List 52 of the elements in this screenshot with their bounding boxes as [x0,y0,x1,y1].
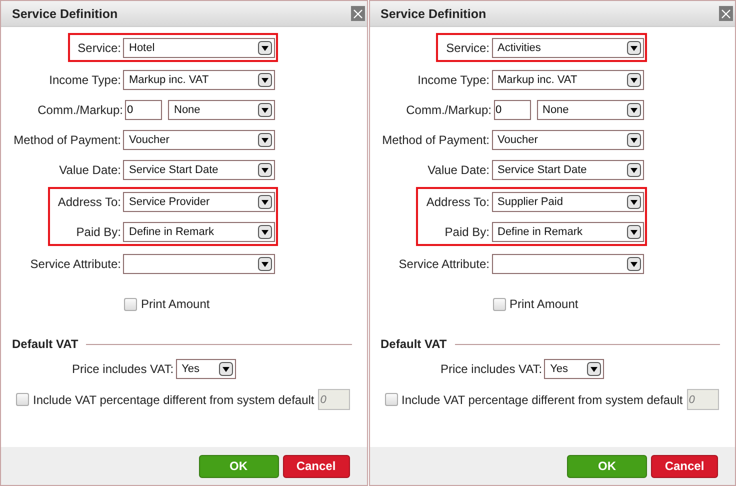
field-label: Service: [78,41,121,55]
dropdown-field[interactable]: None [168,100,275,120]
dropdown-field[interactable]: Hotel [123,38,275,58]
cancel-button[interactable]: Cancel [282,454,350,478]
dropdown-field[interactable]: Supplier Paid [492,192,644,212]
section-heading: Default VAT [380,337,447,351]
field-label: Service: [446,41,490,55]
field-label: Paid By: [76,225,121,239]
field-label: Income Type: [418,73,490,87]
dropdown-field[interactable]: Voucher [123,130,275,150]
dropdown-field[interactable]: Service Start Date [123,160,275,180]
field-label: Service Attribute: [30,257,121,271]
dialog-title: Service Definition [12,6,118,20]
field-label: Income Type: [49,73,121,87]
dropdown-field[interactable]: Yes [176,359,236,379]
field-label: Service Attribute: [398,257,490,271]
dropdown-field[interactable]: Define in Remark [123,222,275,242]
cancel-button[interactable]: Cancel [651,454,718,478]
dropdown-field[interactable]: Yes [544,359,604,379]
field-label: Comm./Markup: [406,103,492,117]
checkbox[interactable] [124,298,137,310]
field-label: Value Date: [428,163,490,177]
dropdown-field[interactable]: Activities [492,38,644,58]
input-field[interactable]: 0 [494,100,530,120]
field-label: Comm./Markup: [38,103,123,117]
checkbox-label: Include VAT percentage different from system default [33,392,314,406]
input-field[interactable]: 0 [125,100,162,120]
field-label: Paid By: [444,225,490,239]
field-label: Address To: [58,195,121,209]
field-label: Price includes VAT: [72,362,174,376]
close-button[interactable] [350,6,364,21]
dropdown-field[interactable]: Voucher [492,130,644,150]
dropdown-field[interactable]: Markup inc. VAT [492,70,644,90]
dropdown-field[interactable] [492,254,644,274]
dropdown-field[interactable] [123,254,275,274]
field-label: Method of Payment: [382,133,490,147]
dropdown-field[interactable]: Define in Remark [492,222,644,242]
dropdown-field[interactable]: Service Provider [123,192,275,212]
section-heading: Default VAT [12,337,78,351]
checkbox-label: Print Amount [141,297,210,311]
dropdown-field[interactable]: Service Start Date [492,160,644,180]
checkbox[interactable] [492,298,506,310]
field-label: Address To: [426,195,490,209]
dropdown-field[interactable]: None [536,100,644,120]
checkbox-label: Print Amount [510,297,578,311]
close-button[interactable] [719,6,733,21]
field-label: Price includes VAT: [440,362,542,376]
dialog-title: Service Definition [380,6,486,20]
field-label: Value Date: [59,163,121,177]
dropdown-field[interactable]: Markup inc. VAT [123,70,275,90]
checkbox-label: Include VAT percentage different from system default [402,392,683,406]
field-label: Method of Payment: [14,133,121,147]
